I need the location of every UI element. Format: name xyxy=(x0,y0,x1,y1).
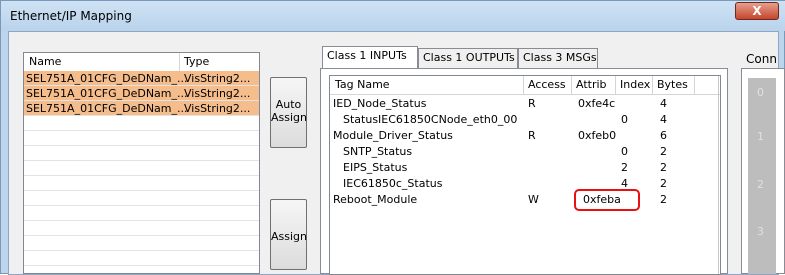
list-item[interactable]: SEL751A_01CFG_DeDNam_... VisString2... xyxy=(24,71,259,86)
tag-bytes: 4 xyxy=(660,113,667,126)
tag-name: SNTP_Status xyxy=(343,145,413,158)
tag-bytes: 2 xyxy=(660,145,667,158)
list-empty-row xyxy=(24,206,259,221)
tag-table[interactable]: Tag Name Access Attrib Index Bytes IED_N… xyxy=(329,75,721,275)
list-empty-row xyxy=(24,251,259,266)
tag-access: R xyxy=(528,97,536,110)
list-item-name: SEL751A_01CFG_DeDNam_... xyxy=(26,87,188,100)
window-title: Ethernet/IP Mapping xyxy=(10,9,132,23)
tag-index: 0 xyxy=(621,145,628,158)
list-item-name: SEL751A_01CFG_DeDNam_... xyxy=(26,102,188,115)
list-empty-row xyxy=(24,131,259,146)
table-row[interactable]: Reboot_Module W 0xfeba 2 xyxy=(330,192,720,208)
auto-assign-line-2: Assign xyxy=(271,111,307,124)
column-type[interactable]: Type xyxy=(184,55,209,68)
list-empty-row xyxy=(24,236,259,251)
tag-attrib: 0xfeb0 xyxy=(578,129,617,142)
tag-access: R xyxy=(528,129,536,142)
assign-button[interactable]: Assign xyxy=(270,199,307,270)
tag-name: IED_Node_Status xyxy=(333,97,427,110)
tag-access: W xyxy=(528,193,539,206)
table-row[interactable]: IED_Node_Status R 0xfe4c 4 xyxy=(330,96,720,112)
list-item-name: SEL751A_01CFG_DeDNam_... xyxy=(26,72,188,85)
table-row[interactable]: StatusIEC61850CNode_eth0_00 0 4 xyxy=(330,112,720,128)
conn-number: 0 xyxy=(757,86,764,99)
tag-bytes: 2 xyxy=(660,177,667,190)
table-row[interactable]: EIPS_Status 2 2 xyxy=(330,160,720,176)
tab-class3-msgs[interactable]: Class 3 MSGs xyxy=(518,48,598,68)
table-row[interactable]: IEC61850c_Status 4 2 xyxy=(330,176,720,192)
conn-bar[interactable] xyxy=(748,78,776,274)
tag-bytes: 2 xyxy=(660,161,667,174)
column-access[interactable]: Access xyxy=(528,78,566,91)
tag-bytes: 2 xyxy=(660,193,667,206)
list-item-type: VisString2... xyxy=(184,72,251,85)
tag-name: Module_Driver_Status xyxy=(333,129,453,142)
signal-list[interactable]: Name Type SEL751A_01CFG_DeDNam_... VisSt… xyxy=(23,52,260,274)
list-item-type: VisString2... xyxy=(184,87,251,100)
tag-name: EIPS_Status xyxy=(343,161,408,174)
table-row[interactable]: SNTP_Status 0 2 xyxy=(330,144,720,160)
list-empty-row xyxy=(24,191,259,206)
list-empty-row xyxy=(24,221,259,236)
list-item[interactable]: SEL751A_01CFG_DeDNam_... VisString2... xyxy=(24,101,259,116)
conn-number: 3 xyxy=(757,225,764,238)
tab-class1-inputs[interactable]: Class 1 INPUTs xyxy=(322,46,418,69)
list-empty-row xyxy=(24,161,259,176)
column-attrib[interactable]: Attrib xyxy=(576,78,607,91)
signal-list-header: Name Type xyxy=(24,53,259,72)
table-row[interactable]: Module_Driver_Status R 0xfeb0 6 xyxy=(330,128,720,144)
tag-bytes: 6 xyxy=(660,129,667,142)
tab-panel: Tag Name Access Attrib Index Bytes IED_N… xyxy=(320,68,728,275)
column-bytes[interactable]: Bytes xyxy=(657,78,688,91)
column-name[interactable]: Name xyxy=(29,55,61,68)
conn-number: 2 xyxy=(757,178,764,191)
tag-name: IEC61850c_Status xyxy=(343,177,443,190)
title-bar[interactable]: Ethernet/IP Mapping X xyxy=(1,1,785,31)
conn-number: 1 xyxy=(757,130,764,143)
close-button[interactable]: X xyxy=(735,2,779,20)
list-item-type: VisString2... xyxy=(184,102,251,115)
auto-assign-line-1: Auto xyxy=(275,98,302,111)
highlight-annotation xyxy=(574,189,640,211)
tab-class1-outputs[interactable]: Class 1 OUTPUTs xyxy=(418,48,518,68)
column-tag-name[interactable]: Tag Name xyxy=(335,78,390,91)
tag-index: 2 xyxy=(621,161,628,174)
conn-label: Conn xyxy=(746,52,777,66)
tag-bytes: 4 xyxy=(660,97,667,110)
list-item[interactable]: SEL751A_01CFG_DeDNam_... VisString2... xyxy=(24,86,259,101)
tag-table-header: Tag Name Access Attrib Index Bytes xyxy=(330,76,720,95)
list-empty-row xyxy=(24,116,259,131)
column-index[interactable]: Index xyxy=(620,78,650,91)
list-empty-row xyxy=(24,146,259,161)
tag-name: StatusIEC61850CNode_eth0_00 xyxy=(343,113,518,126)
list-empty-row xyxy=(24,176,259,191)
auto-assign-button[interactable]: Auto Assign xyxy=(270,77,307,148)
tag-name: Reboot_Module xyxy=(333,193,418,206)
tag-index: 0 xyxy=(621,113,628,126)
tag-attrib: 0xfe4c xyxy=(578,97,616,110)
